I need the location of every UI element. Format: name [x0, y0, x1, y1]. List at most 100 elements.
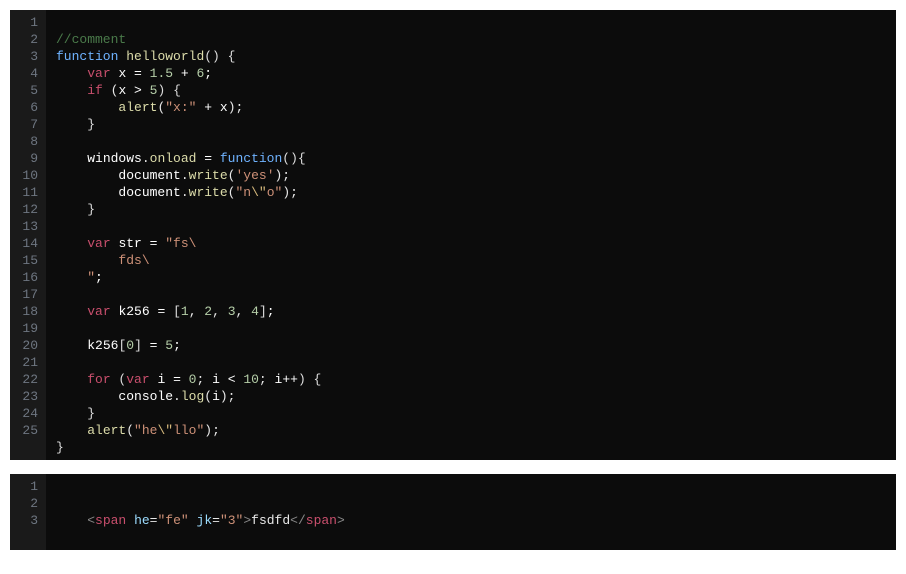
line-number: 3: [16, 512, 38, 529]
code-token: =: [142, 338, 165, 353]
line-gutter: 123: [10, 474, 46, 550]
code-token: he: [134, 513, 150, 528]
code-token: function: [220, 151, 282, 166]
code-token: write: [189, 168, 228, 183]
code-token: ) {: [298, 372, 321, 387]
code-line: [56, 134, 64, 149]
code-token: helloworld: [126, 49, 204, 64]
code-token: 1: [181, 304, 189, 319]
code-token: =: [150, 304, 173, 319]
code-line: ";: [56, 270, 103, 285]
code-token: >: [337, 513, 345, 528]
code-content[interactable]: <span he="fe" jk="3">fsdfd</span>: [46, 474, 896, 550]
code-line: <span he="fe" jk="3">fsdfd</span>: [56, 513, 345, 528]
code-token: ;: [196, 372, 212, 387]
code-token: <: [87, 513, 95, 528]
code-line: document.write('yes');: [56, 168, 290, 183]
code-line: [56, 530, 64, 545]
code-token: function: [56, 49, 118, 64]
code-token: () {: [204, 49, 235, 64]
code-token: }: [87, 406, 95, 421]
code-token: ;: [204, 66, 212, 81]
line-number: 2: [16, 31, 38, 48]
code-token: for: [87, 372, 110, 387]
code-token: alert: [87, 423, 126, 438]
line-number: 12: [16, 201, 38, 218]
line-number: 20: [16, 337, 38, 354]
code-token: }: [87, 117, 95, 132]
code-token: }: [87, 202, 95, 217]
code-token: var: [87, 304, 110, 319]
code-token: >: [126, 83, 149, 98]
code-line: }: [56, 202, 95, 217]
code-token: </: [290, 513, 306, 528]
code-line: alert("x:" + x);: [56, 100, 243, 115]
code-token: \": [251, 185, 267, 200]
line-number: 7: [16, 116, 38, 133]
line-number: 21: [16, 354, 38, 371]
code-line: fds\: [56, 253, 150, 268]
line-number: 17: [16, 286, 38, 303]
code-line: for (var i = 0; i < 10; i++) {: [56, 372, 321, 387]
code-token: console: [118, 389, 173, 404]
line-number: 18: [16, 303, 38, 320]
code-token: [: [173, 304, 181, 319]
code-token: i: [212, 389, 220, 404]
code-token: ,: [212, 304, 228, 319]
code-token: ;: [259, 372, 275, 387]
code-content[interactable]: //comment function helloworld() { var x …: [46, 10, 896, 460]
code-token: k256: [87, 338, 118, 353]
code-token: o": [267, 185, 283, 200]
code-token: =: [142, 236, 165, 251]
code-editor-js: 1234567891011121314151617181920212223242…: [10, 10, 896, 460]
code-token: i: [212, 372, 220, 387]
code-token: 2: [204, 304, 212, 319]
code-editor-html: 123 <span he="fe" jk="3">fsdfd</span>: [10, 474, 896, 550]
code-line: function helloworld() {: [56, 49, 235, 64]
code-line: }: [56, 406, 95, 421]
code-token: ]: [134, 338, 142, 353]
line-number: 1: [16, 14, 38, 31]
code-token: llo": [173, 423, 204, 438]
code-token: write: [189, 185, 228, 200]
code-token: fsdfd: [251, 513, 290, 528]
code-token: (){: [282, 151, 305, 166]
code-token: =: [126, 66, 149, 81]
line-number: 1: [16, 478, 38, 495]
code-token: =: [165, 372, 188, 387]
code-line: [56, 355, 64, 370]
code-line: if (x > 5) {: [56, 83, 181, 98]
code-token: =: [196, 151, 219, 166]
line-number: 16: [16, 269, 38, 286]
code-token: windows: [87, 151, 142, 166]
line-number: 5: [16, 82, 38, 99]
code-token: +: [173, 66, 196, 81]
code-token: alert: [118, 100, 157, 115]
code-line: console.log(i);: [56, 389, 235, 404]
code-token: "n: [235, 185, 251, 200]
line-number: 4: [16, 65, 38, 82]
code-token: 5: [165, 338, 173, 353]
code-token: 'yes': [235, 168, 274, 183]
line-number: 3: [16, 48, 38, 65]
line-number: 22: [16, 371, 38, 388]
code-token: .: [173, 389, 181, 404]
code-line: var k256 = [1, 2, 3, 4];: [56, 304, 275, 319]
code-token: ,: [189, 304, 205, 319]
code-token: var: [126, 372, 149, 387]
code-token: (: [111, 372, 127, 387]
code-token: 10: [243, 372, 259, 387]
line-number: 10: [16, 167, 38, 184]
code-token: ]: [259, 304, 267, 319]
code-line: var x = 1.5 + 6;: [56, 66, 212, 81]
code-token: >: [243, 513, 251, 528]
code-token: 0: [126, 338, 134, 353]
line-number: 8: [16, 133, 38, 150]
code-token: x: [220, 100, 228, 115]
line-number: 2: [16, 495, 38, 512]
code-token: 3: [228, 304, 236, 319]
code-token: span: [95, 513, 126, 528]
code-line: k256[0] = 5;: [56, 338, 181, 353]
line-number: 25: [16, 422, 38, 439]
code-line: windows.onload = function(){: [56, 151, 306, 166]
